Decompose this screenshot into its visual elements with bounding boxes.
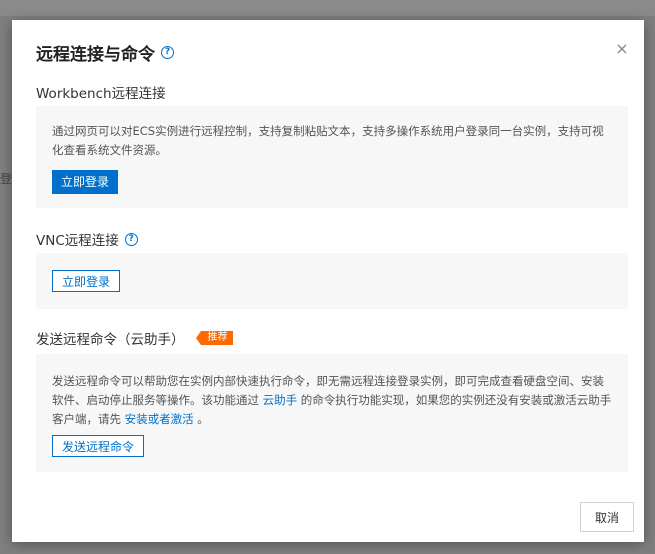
dialog-title-text: 远程连接与命令 — [36, 45, 155, 65]
help-icon[interactable]: ? — [161, 46, 174, 59]
command-desc-part3: 。 — [193, 412, 209, 426]
dialog-title: 远程连接与命令 ? — [36, 40, 174, 65]
command-section-title: 发送远程命令（云助手） 推荐 — [36, 328, 233, 348]
workbench-login-button[interactable]: 立即登录 — [52, 170, 119, 194]
vnc-help-icon[interactable]: ? — [124, 232, 138, 246]
workbench-title-text: Workbench远程连接 — [36, 86, 166, 102]
close-icon[interactable]: × — [614, 41, 630, 57]
vnc-panel: 立即登录 — [36, 253, 628, 309]
install-activate-link[interactable]: 安装或者激活 — [125, 412, 194, 426]
cancel-button[interactable]: 取消 — [580, 502, 634, 532]
command-title-text: 发送远程命令（云助手） — [36, 332, 185, 348]
background-header — [0, 0, 655, 16]
send-command-button[interactable]: 发送远程命令 — [52, 435, 145, 457]
workbench-panel: 通过网页可以对ECS实例进行远程控制，支持复制粘贴文本，支持多操作系统用户登录同… — [36, 106, 628, 208]
workbench-section-title: Workbench远程连接 — [36, 82, 166, 102]
remote-connect-dialog: 远程连接与命令 ? × Workbench远程连接 通过网页可以对ECS实例进行… — [12, 20, 644, 542]
cloud-assistant-link[interactable]: 云助手 — [263, 393, 298, 407]
command-panel: 发送远程命令可以帮助您在实例内部快速执行命令，即无需远程连接登录实例，即可完成查… — [36, 354, 628, 472]
command-description: 发送远程命令可以帮助您在实例内部快速执行命令，即无需远程连接登录实例，即可完成查… — [52, 372, 614, 429]
vnc-login-button[interactable]: 立即登录 — [52, 270, 121, 292]
vnc-title-text: VNC远程连接 — [36, 233, 119, 249]
vnc-section-title: VNC远程连接 ? — [36, 229, 138, 249]
workbench-description: 通过网页可以对ECS实例进行远程控制，支持复制粘贴文本，支持多操作系统用户登录同… — [52, 124, 604, 157]
recommend-badge: 推荐 — [195, 331, 233, 345]
